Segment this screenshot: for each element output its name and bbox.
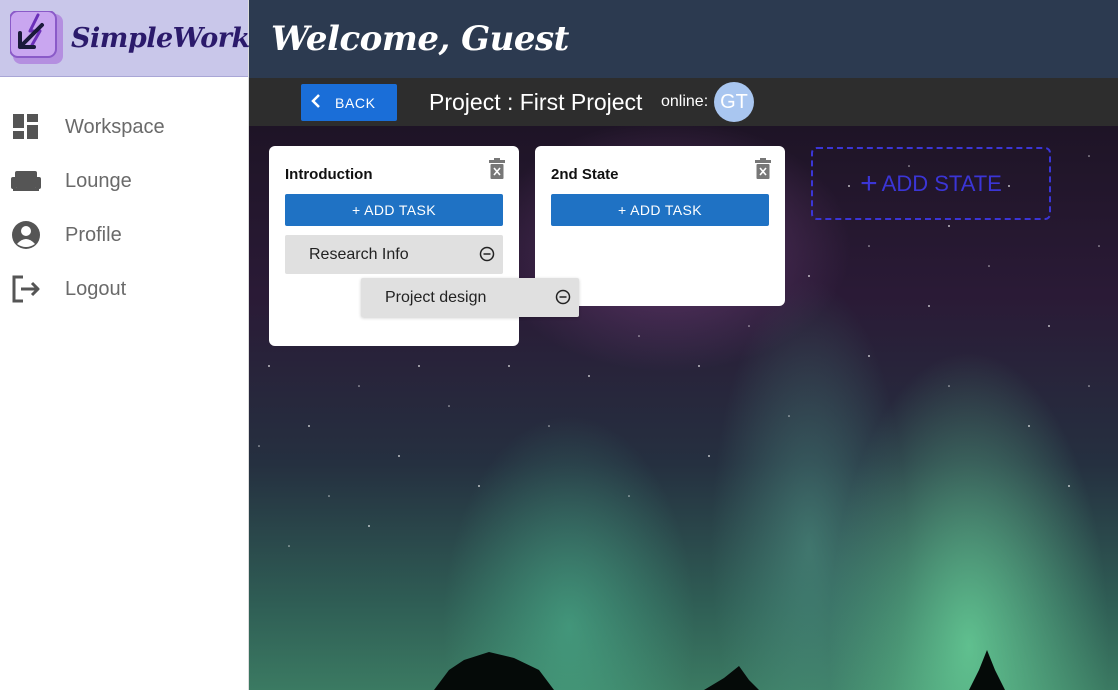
- chevron-left-icon: [311, 93, 321, 112]
- account-circle-icon: [10, 219, 42, 251]
- welcome-title: Welcome, Guest: [271, 19, 569, 59]
- project-title: Project : First Project: [429, 89, 643, 115]
- state-title: Introduction: [285, 166, 373, 183]
- board: Introduction + ADD TASK Research Info 2n…: [249, 126, 1118, 690]
- logout-icon: [10, 273, 42, 305]
- sidebar-item-label: Profile: [65, 223, 122, 246]
- dashboard-icon: [10, 111, 42, 143]
- remove-task-icon[interactable]: [479, 246, 495, 262]
- task-label: Research Info: [309, 245, 409, 263]
- task-card-dragging[interactable]: Project design: [361, 278, 579, 317]
- back-button[interactable]: BACK: [301, 84, 397, 121]
- sidebar-item-logout[interactable]: Logout: [0, 262, 248, 316]
- back-button-label: BACK: [335, 94, 376, 111]
- app-logo-icon: [9, 10, 63, 65]
- top-header: Welcome, Guest: [249, 0, 1118, 78]
- brand: SimpleWork: [0, 0, 250, 77]
- sidebar-item-label: Logout: [65, 277, 127, 300]
- avatar[interactable]: GT: [714, 82, 754, 122]
- add-task-button[interactable]: + ADD TASK: [285, 194, 503, 226]
- task-label: Project design: [385, 288, 487, 306]
- sofa-icon: [10, 165, 42, 197]
- app-name: SimpleWork: [71, 22, 250, 54]
- sidebar-nav: Workspace Lounge Profile Logout: [0, 77, 248, 316]
- tree-silhouette: [434, 650, 1005, 690]
- delete-state-icon[interactable]: [488, 158, 506, 180]
- project-toolbar: BACK Project : First Project online: GT: [249, 78, 1118, 126]
- remove-task-icon[interactable]: [555, 289, 571, 305]
- online-label: online:: [661, 93, 709, 110]
- sidebar-item-profile[interactable]: Profile: [0, 208, 248, 262]
- sidebar-item-lounge[interactable]: Lounge: [0, 154, 248, 208]
- add-state-button[interactable]: + ADD STATE: [811, 147, 1051, 220]
- sidebar-item-label: Lounge: [65, 169, 132, 192]
- sidebar: SimpleWork Workspace Lounge Profile Logo…: [0, 0, 250, 690]
- state-title: 2nd State: [551, 166, 619, 183]
- plus-icon: +: [860, 166, 878, 200]
- delete-state-icon[interactable]: [754, 158, 772, 180]
- task-card[interactable]: Research Info: [285, 235, 503, 274]
- add-state-label: ADD STATE: [881, 170, 1002, 196]
- add-task-button[interactable]: + ADD TASK: [551, 194, 769, 226]
- sidebar-item-label: Workspace: [65, 115, 165, 138]
- sidebar-item-workspace[interactable]: Workspace: [0, 100, 248, 154]
